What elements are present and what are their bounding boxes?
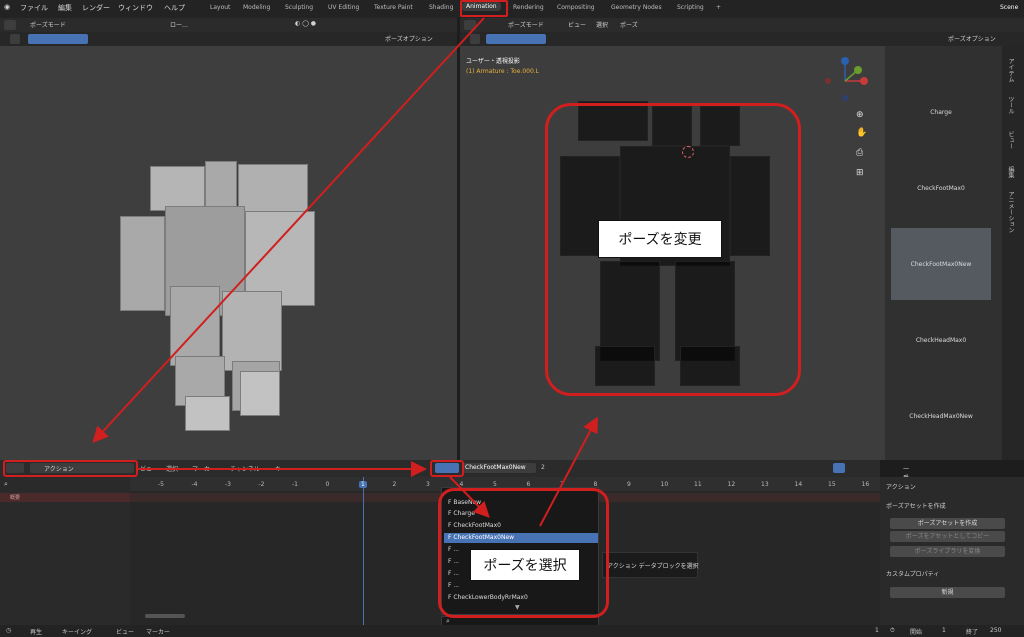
timeline-editor-icon[interactable]: ◷ (6, 627, 11, 634)
menu-marker-timeline[interactable]: マーカー (146, 627, 170, 636)
start-label: 開始 (910, 629, 923, 636)
annotation-arrows (92, 17, 598, 527)
menu-playback[interactable]: 再生 (30, 627, 42, 636)
menu-keying[interactable]: キーイング (62, 627, 92, 636)
clock-icon[interactable]: ⏱ (890, 627, 895, 635)
end-label: 終了 (966, 629, 979, 636)
end-frame-field[interactable]: 250 (990, 627, 1001, 634)
start-frame-field[interactable]: 1 (942, 627, 946, 634)
menu-view-timeline[interactable]: ビュー (116, 627, 134, 636)
status-bar: ◷ 再生 キーイング ビュー マーカー 1 ⏱ 開始 1 終了 250 (0, 625, 1024, 637)
current-frame-field[interactable]: 1 (875, 627, 879, 634)
